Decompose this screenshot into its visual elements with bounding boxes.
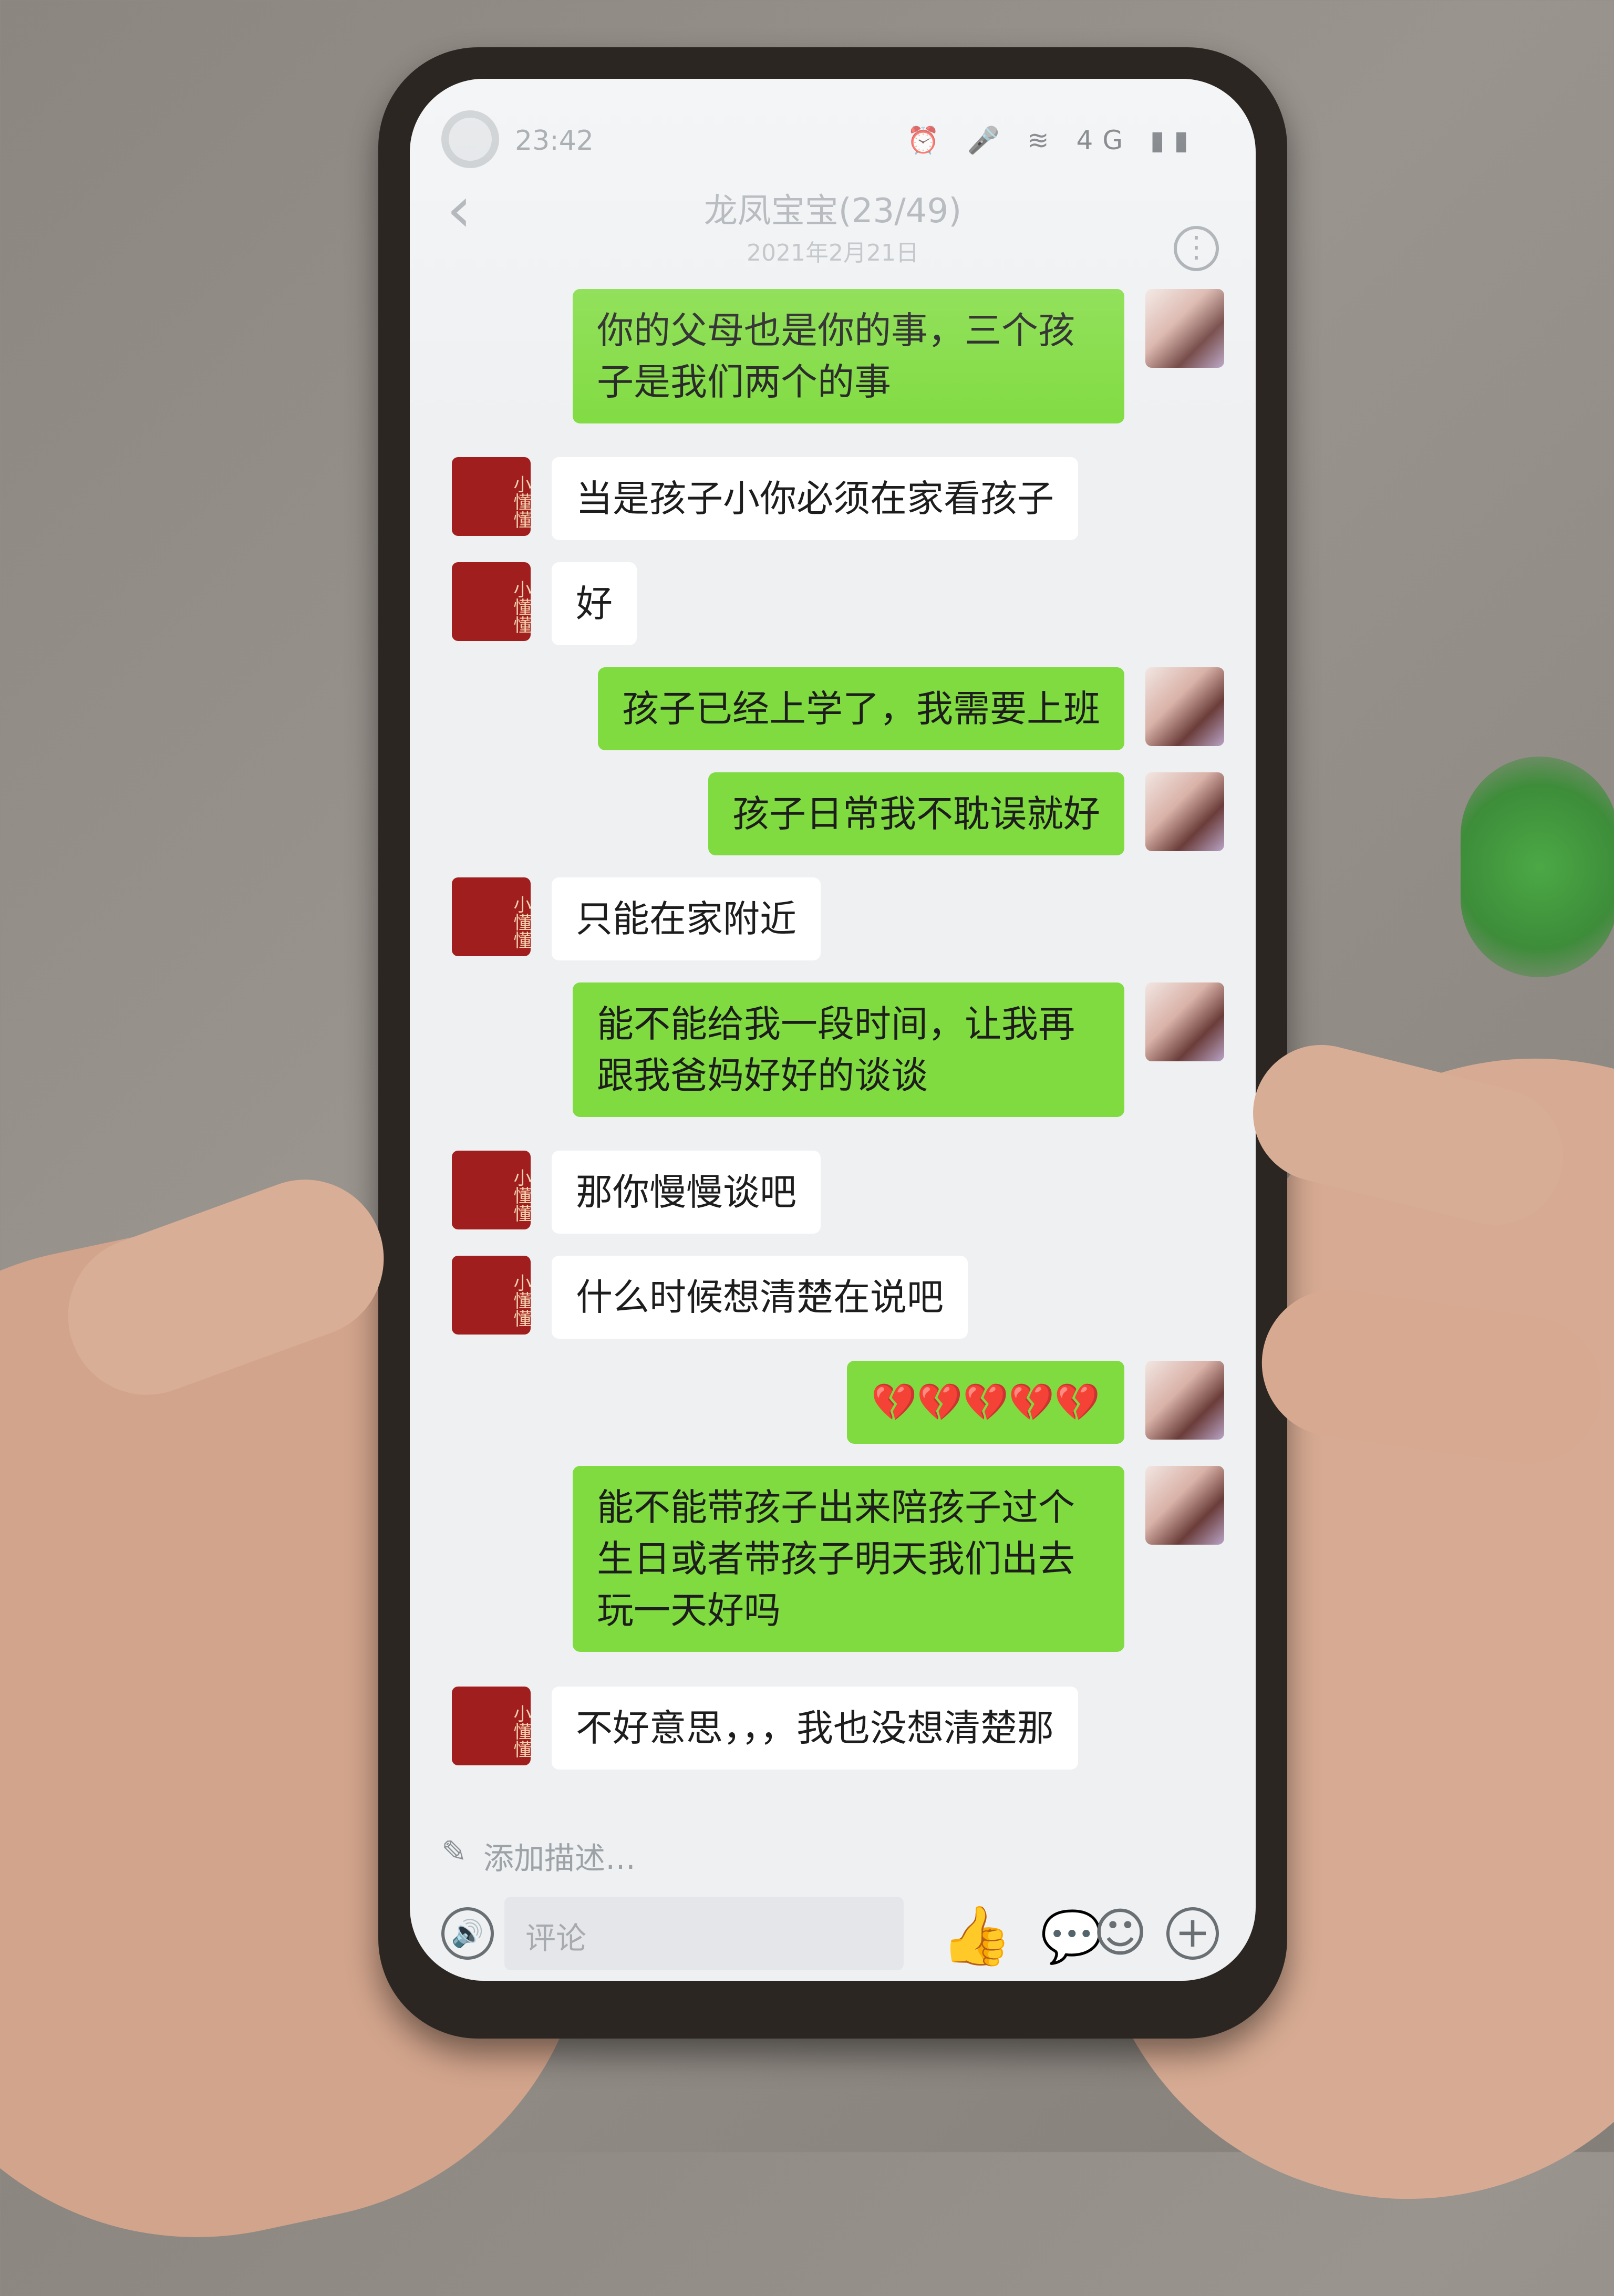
bottom-bar: 🔊 评论 👍 💬 ☺ + — [410, 1876, 1256, 1981]
message-bubble-received[interactable]: 当是孩子小你必须在家看孩子 — [552, 457, 1078, 540]
background-plant — [1461, 757, 1614, 977]
emoji-icon[interactable]: ☺ — [1093, 1902, 1147, 1963]
phone-screen: 23:42 ⏰ 🎤 ≋ 4G ▮▮ ‹ 龙凤宝宝(23/49) 2021年2月2… — [410, 79, 1256, 1981]
like-icon[interactable]: 👍 — [940, 1902, 1012, 1970]
caption-input[interactable]: 添加描述… — [483, 1834, 636, 1878]
avatar-me[interactable] — [1145, 1361, 1224, 1440]
avatar-me[interactable] — [1145, 289, 1224, 368]
more-icon[interactable]: ⋮ — [1174, 226, 1219, 271]
status-icons: ⏰ 🎤 ≋ 4G ▮▮ — [907, 125, 1198, 156]
voice-icon[interactable]: 🔊 — [441, 1907, 494, 1960]
chat-date: 2021年2月21日 — [747, 240, 919, 266]
avatar-other[interactable]: 小懂懂 — [452, 1151, 531, 1229]
message-bubble-sent[interactable]: 💔💔💔💔💔 — [847, 1361, 1124, 1444]
comment-placeholder: 评论 — [525, 1920, 587, 1956]
caption-area[interactable]: ✎ 添加描述… — [410, 1834, 1256, 1876]
avatar-me[interactable] — [1145, 1466, 1224, 1545]
avatar-other[interactable]: 小懂懂 — [452, 1256, 531, 1335]
message-bubble-sent[interactable]: 孩子已经上学了，我需要上班 — [598, 667, 1124, 750]
status-bar: 23:42 ⏰ 🎤 ≋ 4G ▮▮ — [410, 79, 1256, 168]
message-bubble-received[interactable]: 只能在家附近 — [552, 877, 821, 960]
phone: 23:42 ⏰ 🎤 ≋ 4G ▮▮ ‹ 龙凤宝宝(23/49) 2021年2月2… — [378, 47, 1287, 2039]
chat-header: ‹ 龙凤宝宝(23/49) 2021年2月21日 ⋮ — [410, 158, 1256, 271]
message-bubble-sent[interactable]: 孩子日常我不耽误就好 — [708, 772, 1124, 855]
avatar-me[interactable] — [1145, 982, 1224, 1061]
message-bubble-sent[interactable]: 你的父母也是你的事，三个孩子是我们两个的事 — [573, 289, 1124, 423]
message-bubble-received[interactable]: 什么时候想清楚在说吧 — [552, 1256, 968, 1339]
avatar-me[interactable] — [1145, 772, 1224, 851]
message-bubble-received[interactable]: 那你慢慢谈吧 — [552, 1151, 821, 1234]
plus-icon[interactable]: + — [1166, 1907, 1219, 1960]
message-bubble-sent[interactable]: 能不能带孩子出来陪孩子过个生日或者带孩子明天我们出去玩一天好吗 — [573, 1466, 1124, 1652]
avatar-other[interactable]: 小懂懂 — [452, 457, 531, 536]
avatar-me[interactable] — [1145, 667, 1224, 746]
avatar-other[interactable]: 小懂懂 — [452, 877, 531, 956]
status-time: 23:42 — [515, 125, 594, 157]
avatar-other[interactable]: 小懂懂 — [452, 1687, 531, 1765]
chat-title: 龙凤宝宝(23/49) — [703, 192, 962, 231]
comment-input[interactable]: 评论 — [504, 1897, 904, 1970]
message-bubble-received[interactable]: 不好意思，，，我也没想清楚那 — [552, 1687, 1078, 1770]
message-bubble-received[interactable]: 好 — [552, 562, 637, 645]
avatar-other[interactable]: 小懂懂 — [452, 562, 531, 641]
edit-icon: ✎ — [441, 1834, 467, 1869]
message-bubble-sent[interactable]: 能不能给我一段时间，让我再跟我爸妈好好的谈谈 — [573, 982, 1124, 1117]
